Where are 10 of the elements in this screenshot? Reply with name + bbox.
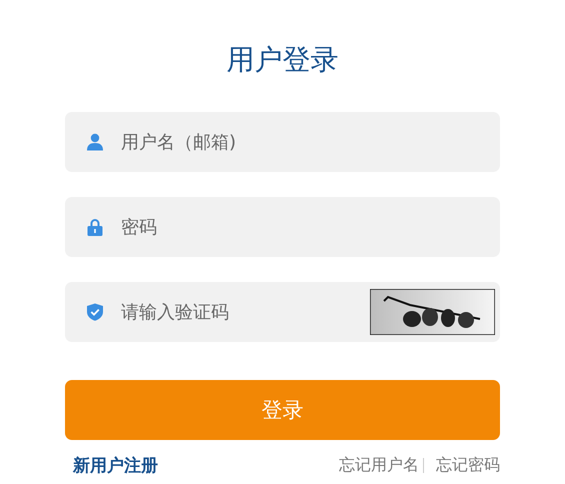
user-icon [86, 133, 104, 151]
page-title: 用户登录 [226, 42, 340, 78]
login-button[interactable]: 登录 [65, 380, 500, 440]
forgot-link[interactable]: 忘记密码 [436, 455, 500, 476]
input-field[interactable]: 用户名（邮箱) [65, 112, 500, 172]
shield-icon [86, 303, 104, 321]
register-link[interactable]: 新用户注册 [73, 454, 158, 477]
forgot-link[interactable]: 忘记用户名 [339, 455, 419, 476]
lock-icon [86, 218, 104, 236]
input-field[interactable]: 密码 [65, 197, 500, 257]
